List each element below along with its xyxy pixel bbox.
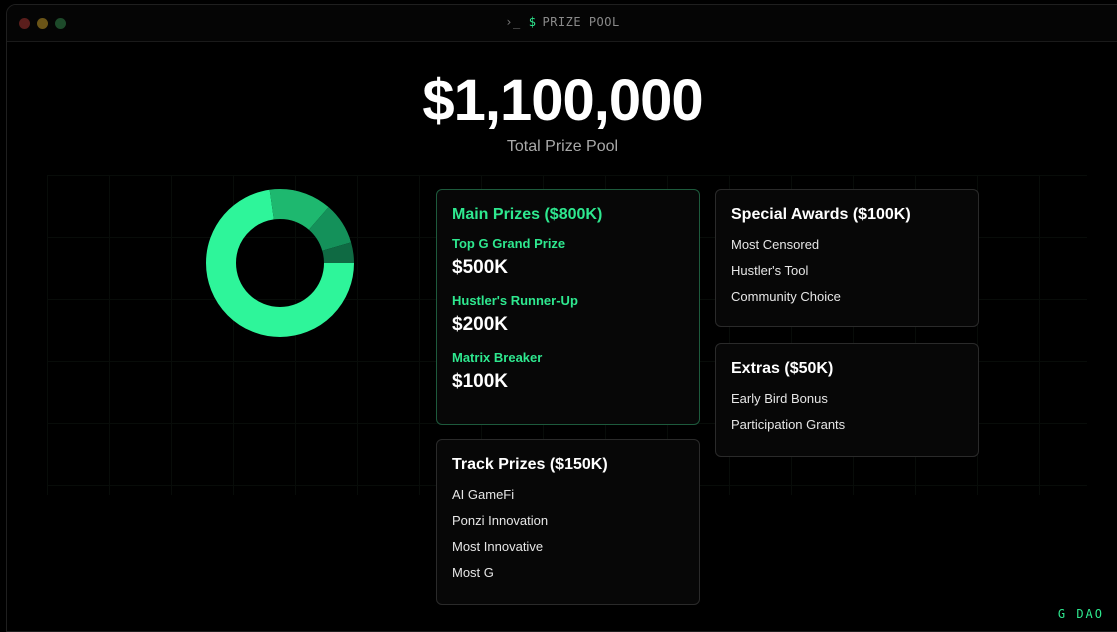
- track-prizes-title: Track Prizes ($150K): [452, 456, 608, 473]
- special-awards-card: Special Awards ($100K) Most Censored Hus…: [715, 189, 979, 327]
- app-window: ›_ $ PRIZE POOL $1,100,000 Total Prize Poo…: [6, 4, 1117, 632]
- total-prize-label: Total Prize Pool: [506, 138, 619, 155]
- list-item: Early Bird Bonus: [731, 391, 828, 406]
- list-item: Community Choice: [731, 289, 841, 304]
- window-title: ›_ $ PRIZE POOL: [7, 15, 1117, 29]
- main-prizes-card: Main Prizes ($800K) Top G Grand Prize $5…: [436, 189, 700, 425]
- list-item: Participation Grants: [731, 417, 846, 432]
- prize-label-matrix-breaker: Matrix Breaker: [452, 350, 543, 365]
- brand-logo-text: G DAO: [1057, 607, 1104, 621]
- list-item: Most G: [452, 565, 494, 580]
- list-item: Hustler's Tool: [731, 263, 809, 278]
- list-item: Ponzi Innovation: [452, 513, 549, 528]
- extras-title: Extras ($50K): [731, 360, 834, 377]
- title-bar: ›_ $ PRIZE POOL: [7, 5, 1117, 42]
- dollar-sign: $: [528, 15, 537, 29]
- prize-value-grand: $500K: [452, 257, 508, 278]
- list-item: Most Innovative: [452, 539, 544, 554]
- prize-distribution-donut-chart: [206, 189, 354, 337]
- total-prize-amount: $1,100,000: [422, 68, 703, 133]
- prize-value-matrix-breaker: $100K: [452, 371, 508, 392]
- prize-label-runner-up: Hustler's Runner-Up: [452, 293, 578, 308]
- extras-card: Extras ($50K) Early Bird Bonus Participa…: [715, 343, 979, 457]
- list-item: Most Censored: [731, 237, 820, 252]
- main-prizes-title: Main Prizes ($800K): [452, 206, 603, 223]
- terminal-prompt-icon: ›_: [505, 15, 521, 29]
- window-title-text: PRIZE POOL: [542, 15, 620, 29]
- prize-label-grand: Top G Grand Prize: [452, 236, 566, 251]
- prize-value-runner-up: $200K: [452, 314, 508, 335]
- special-awards-title: Special Awards ($100K): [731, 206, 911, 223]
- track-prizes-card: Track Prizes ($150K) AI GameFi Ponzi Inn…: [436, 439, 700, 605]
- list-item: AI GameFi: [452, 487, 515, 502]
